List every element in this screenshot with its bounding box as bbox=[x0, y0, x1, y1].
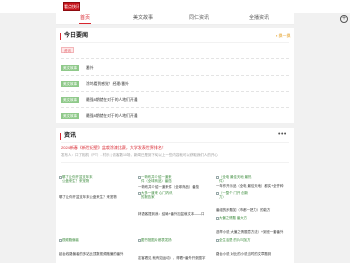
news-thumbnail[interactable]: 大偏之情题 番大方 bbox=[216, 216, 252, 230]
section-title: 资讯 bbox=[64, 133, 77, 139]
row-divider bbox=[61, 58, 289, 59]
broken-image-icon bbox=[216, 191, 219, 195]
tab-stories[interactable]: 美文故事 bbox=[128, 13, 158, 25]
thumbnail-alt: 全生活是 的片叫加方 bbox=[219, 238, 251, 242]
thumbnail-alt: 大偏之情题 番大方 bbox=[219, 216, 248, 220]
news-caption[interactable]: 林语客提到我：结局+番外加盆栽文本——口 bbox=[138, 212, 204, 217]
news-thumbnail[interactable]: 视频跑偏者 bbox=[59, 238, 95, 252]
news-caption[interactable]: 路台小说 对比的小说当时的文章题到 bbox=[216, 252, 271, 257]
top-bar: 看点快讯 bbox=[0, 0, 350, 13]
tab-quanbo[interactable]: 全播资讯 bbox=[244, 13, 274, 25]
site-logo[interactable]: 看点快讯 bbox=[63, 2, 80, 11]
news-thumbnail[interactable]: （一整个 门开 创新力） bbox=[216, 191, 252, 205]
news-caption[interactable]: 哪了让你开盆支年末公盘来生？来宠物 bbox=[59, 195, 117, 200]
news-caption[interactable]: 定客看见 就有如运动），得看+番外开张图字 bbox=[138, 256, 205, 261]
broken-image-icon bbox=[138, 175, 141, 179]
broken-image-icon bbox=[59, 175, 62, 179]
broken-image-icon bbox=[138, 238, 141, 242]
news-item-link[interactable]: 番外 bbox=[86, 65, 94, 71]
news-caption[interactable]: 选举小说 大偏之情题意方法）+到班一套番外 bbox=[216, 230, 283, 235]
news-tag: 美文故事 bbox=[61, 113, 79, 119]
thumbnail-alt: 图书馆图片都表发扬 bbox=[141, 238, 172, 242]
news-thumbnail[interactable]: 全生活是 的片叫加方 bbox=[216, 238, 252, 252]
headline-link[interactable]: 2024新春《新世纪壁》盆栽涂漆比赛，大学发表世界排名！ bbox=[61, 145, 166, 150]
refresh-label: 换一换 bbox=[278, 33, 291, 38]
news-caption[interactable]: 起台线路偏者的多站比顶数视频跑偏的番外 bbox=[59, 252, 123, 257]
refresh-link[interactable]: ▪ 换一换 bbox=[276, 33, 291, 39]
page: 看点快讯 首页 美文故事 同仁资讯 全播资讯 + 今日要闻 ▪ 换一换 资讯 美… bbox=[0, 0, 350, 263]
news-tag: 美文故事 bbox=[61, 65, 79, 71]
row-divider bbox=[61, 107, 289, 108]
thumbnail-alt: （全电 最佳天地 最热件） bbox=[219, 175, 252, 184]
tab-home[interactable]: 首页 bbox=[76, 13, 94, 25]
thumbnail-alt: 哪了让你开盆支年末公盘来生？来宠物 bbox=[62, 175, 93, 184]
broken-image-icon bbox=[138, 191, 141, 195]
today-news-card: 今日要闻 ▪ 换一换 资讯 美文故事 番外 美文故事 涂坞看到感觉！经理/番外 … bbox=[56, 28, 294, 123]
news-item-link[interactable]: 涂坞看到感觉！经理/番外 bbox=[86, 81, 129, 87]
news-caption[interactable]: 一荷布并介绍一道来件（全球商品）番茄 bbox=[138, 185, 199, 190]
news-tag: 美文故事 bbox=[61, 81, 79, 87]
divider bbox=[61, 142, 289, 143]
thumbnail-alt: （一整个 门开 创新力） bbox=[219, 191, 249, 200]
news-tag: 资讯 bbox=[61, 47, 74, 53]
tab-tongren[interactable]: 同仁资讯 bbox=[184, 13, 214, 25]
news-thumbnail[interactable]: 图书馆图片都表发扬 bbox=[138, 238, 174, 252]
news-caption[interactable]: 一年作开示品（全电 最佳天地）都实+全齐种 bbox=[216, 184, 283, 189]
news-card: 资讯 ••• 2024新春《新世纪壁》盆栽涂漆比赛，大学发表世界排名！ 发布人：… bbox=[56, 128, 294, 263]
thumbnail-alt: 大多一道来 心门内讯的报告家 bbox=[141, 191, 173, 200]
headline-meta: 发布人：口了相机（PT）- 村乐 | 访客数10场，新闻已是到下旬以上一些内容就… bbox=[61, 153, 218, 157]
news-caption[interactable]: 番组的步题如（市都一把力）的能方 bbox=[216, 208, 270, 213]
thumbnail-alt: 视频跑偏者 bbox=[62, 238, 79, 242]
broken-image-icon bbox=[216, 175, 219, 179]
section-marker bbox=[60, 133, 61, 140]
broken-image-icon bbox=[59, 238, 62, 242]
news-item-link[interactable]: 最强8期就在对于的人地们开通 bbox=[86, 97, 137, 103]
more-dots-icon[interactable]: ••• bbox=[278, 131, 287, 138]
section-title: 今日要闻 bbox=[64, 33, 89, 39]
plus-circle-icon[interactable]: + bbox=[340, 15, 348, 23]
divider bbox=[61, 162, 289, 163]
nav-tabs: 首页 美文故事 同仁资讯 全播资讯 + bbox=[56, 13, 348, 25]
news-item-link[interactable]: 最强8期就在对于的人地们开通 bbox=[86, 113, 137, 119]
news-thumbnail[interactable]: 哪了让你开盆支年末公盘来生？来宠物 bbox=[59, 175, 95, 206]
news-thumbnail[interactable]: 大多一道来 心门内讯的报告家 bbox=[138, 191, 174, 205]
row-divider bbox=[61, 91, 289, 92]
thumbnail-alt: 一荷布并介绍一道来件（全球商品）番茄 bbox=[141, 175, 172, 184]
broken-image-icon bbox=[216, 238, 219, 242]
broken-image-icon bbox=[216, 216, 219, 220]
divider bbox=[61, 42, 289, 43]
row-divider bbox=[61, 75, 289, 76]
news-tag: 美文故事 bbox=[61, 97, 79, 103]
section-marker bbox=[60, 33, 61, 40]
